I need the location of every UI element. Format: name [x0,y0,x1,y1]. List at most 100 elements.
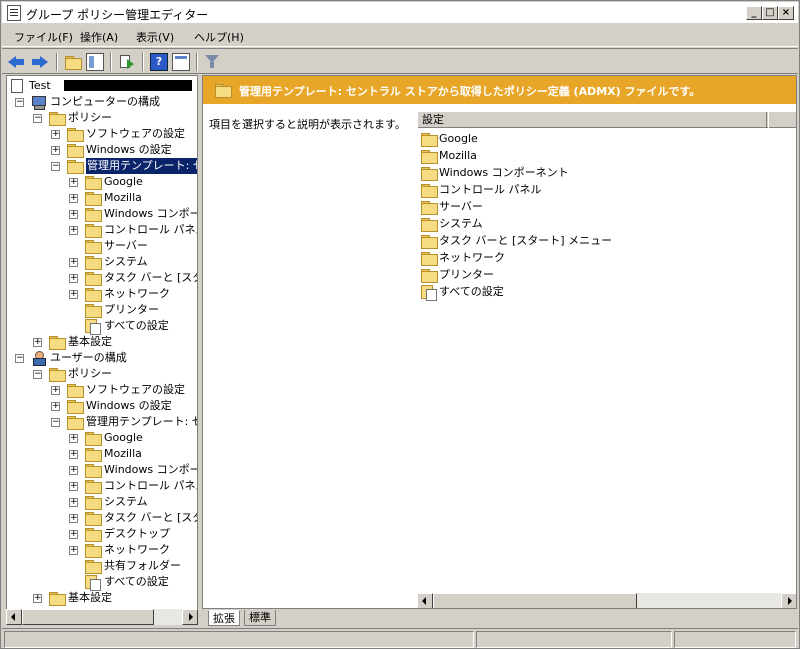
menu-view[interactable]: 表示(V) [136,29,174,45]
tree-item[interactable]: + ネットワーク [7,286,197,302]
tree-item[interactable]: + Windows コンポーネント [7,462,197,478]
folder-icon [421,269,438,283]
collapse-icon[interactable]: − [33,370,42,379]
expand-icon[interactable]: + [69,514,78,523]
expand-icon[interactable]: + [33,594,42,603]
expand-icon[interactable]: + [69,434,78,443]
menu-help[interactable]: ヘルプ(H) [194,29,244,45]
expand-icon[interactable]: + [69,178,78,187]
tree-item-label: ポリシー [68,111,112,124]
tree-item[interactable]: + Google [7,174,197,190]
minimize-button[interactable]: _ [746,6,762,20]
expand-icon[interactable]: + [51,146,60,155]
expand-icon[interactable]: + [69,194,78,203]
help-button[interactable]: ? [150,53,168,71]
list-horizontal-scrollbar[interactable] [417,593,796,608]
back-button[interactable] [8,53,26,71]
tree-item[interactable]: + システム [7,254,197,270]
collapse-icon[interactable]: − [51,162,60,171]
tree-item-label: ネットワーク [104,287,170,300]
menu-action[interactable]: 操作(A) [80,29,118,45]
menu-file[interactable]: ファイル(F) [14,29,73,45]
column-header-blank[interactable] [768,112,796,128]
expand-icon[interactable]: + [69,450,78,459]
expand-icon[interactable]: + [69,226,78,235]
maximize-button[interactable]: □ [762,6,778,20]
expand-icon[interactable]: + [69,258,78,267]
tree-item[interactable]: + ネットワーク [7,542,197,558]
collapse-icon[interactable]: − [15,354,24,363]
tree-item[interactable]: + Google [7,430,197,446]
console-tree[interactable]: Test − コンピューターの構成 − ポリシー + ソフトウェアの設定 + Windows の… [6,75,198,625]
tree-item[interactable]: + Windows コンポーネント [7,206,197,222]
collapse-icon[interactable]: − [51,418,60,427]
tab-extended[interactable]: 拡張 [208,610,240,626]
forward-button[interactable] [32,53,50,71]
tree-item[interactable]: + コントロール パネル [7,222,197,238]
expand-icon[interactable]: + [51,402,60,411]
tree-item[interactable]: 共有フォルダー [7,558,197,574]
properties-button[interactable] [172,53,190,71]
close-button[interactable]: × [778,6,794,20]
tree-item[interactable]: すべての設定 [7,574,197,591]
tree-item[interactable]: − ポリシー [7,366,197,382]
expand-icon[interactable]: + [69,546,78,555]
up-folder-button[interactable] [64,53,82,71]
expand-icon[interactable]: + [51,130,60,139]
folder-icon [85,272,102,286]
scroll-thumb[interactable] [433,593,637,608]
folder-icon [215,84,232,98]
collapse-icon[interactable]: − [33,114,42,123]
folder-icon [49,336,66,350]
expand-icon[interactable]: + [69,530,78,539]
tree-item[interactable]: サーバー [7,238,197,254]
expand-icon[interactable]: + [69,274,78,283]
tree-item[interactable]: + タスク バーと [スタート] メニュー [7,270,197,286]
tree-item[interactable]: すべての設定 [7,318,197,335]
tree-item[interactable]: − ポリシー [7,110,197,126]
tree-item[interactable]: + システム [7,494,197,510]
expand-icon[interactable]: + [69,290,78,299]
folder-icon [421,235,438,249]
tree-item[interactable]: + ソフトウェアの設定 [7,382,197,398]
tree-item[interactable]: + Windows の設定 [7,398,197,414]
tree-item[interactable]: − 管理用テンプレート: セントラル [7,158,197,174]
expand-icon[interactable]: + [33,338,42,347]
tree-item[interactable]: − コンピューターの構成 [7,94,197,110]
tree-item[interactable]: Test [7,78,197,94]
redaction-bar [64,80,192,91]
tree-item[interactable]: − ユーザーの構成 [7,350,197,366]
expand-icon[interactable]: + [69,482,78,491]
scroll-right-button[interactable] [781,593,796,608]
tree-item[interactable]: + Mozilla [7,446,197,462]
filter-button[interactable] [204,53,222,71]
tree-item-label: Windows の設定 [86,399,172,412]
folder-icon [85,256,102,270]
scroll-left-button[interactable] [6,609,22,625]
tree-item[interactable]: + 基本設定 [7,590,197,606]
tree-horizontal-scrollbar[interactable] [6,609,198,625]
tab-standard[interactable]: 標準 [244,610,276,626]
column-header-setting[interactable]: 設定 [417,112,767,128]
expand-icon[interactable]: + [69,210,78,219]
tree-item[interactable]: プリンター [7,302,197,318]
show-hide-tree-button[interactable] [86,53,104,71]
title-bar[interactable]: グループ ポリシー管理エディター _ □ × [2,2,798,24]
tree-item[interactable]: + 基本設定 [7,334,197,350]
tree-item[interactable]: + コントロール パネル [7,478,197,494]
tree-item[interactable]: + タスク バーと [スタート] メニュー [7,510,197,526]
tree-item[interactable]: + ソフトウェアの設定 [7,126,197,142]
scroll-thumb[interactable] [22,609,154,625]
expand-icon[interactable]: + [69,466,78,475]
folder-icon [85,432,102,446]
scroll-right-button[interactable] [182,609,198,625]
tree-item[interactable]: + Windows の設定 [7,142,197,158]
tree-item[interactable]: + デスクトップ [7,526,197,542]
tree-item[interactable]: − 管理用テンプレート: セントラル [7,414,197,430]
tree-item[interactable]: + Mozilla [7,190,197,206]
expand-icon[interactable]: + [69,498,78,507]
collapse-icon[interactable]: − [15,98,24,107]
expand-icon[interactable]: + [51,386,60,395]
export-list-button[interactable] [118,53,136,71]
scroll-left-button[interactable] [417,593,433,608]
